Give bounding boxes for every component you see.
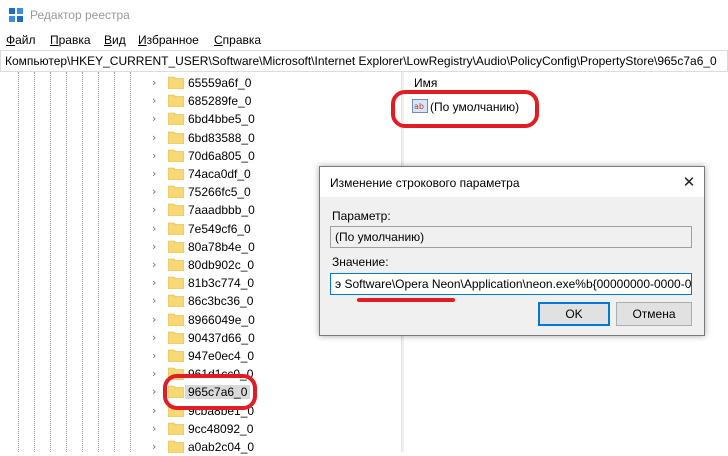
- tree-guide: [66, 72, 67, 452]
- folder-icon: [168, 258, 184, 271]
- tree-guide: [114, 72, 115, 452]
- tree-item-label: 947e0ec4_0: [188, 349, 255, 363]
- cancel-button[interactable]: Отмена: [616, 302, 692, 326]
- annotation-underline: [357, 298, 455, 302]
- chevron-right-icon[interactable]: ›: [152, 441, 164, 453]
- folder-icon: [168, 149, 184, 162]
- folder-icon: [168, 94, 184, 108]
- tree-item[interactable]: › 9cc48092_0: [150, 420, 390, 438]
- chevron-right-icon[interactable]: ›: [152, 422, 164, 435]
- chevron-right-icon[interactable]: ›: [152, 204, 164, 216]
- chevron-right-icon[interactable]: ›: [152, 350, 164, 362]
- chevron-right-icon[interactable]: ›: [152, 149, 164, 162]
- chevron-right-icon[interactable]: ›: [152, 295, 164, 307]
- tree-item-label: 75266fc5_0: [188, 185, 251, 200]
- param-field: (По умолчанию): [330, 226, 692, 248]
- value-input[interactable]: э Software\Opera Neon\Application\neon.e…: [330, 273, 692, 295]
- folder-icon: [168, 313, 184, 326]
- chevron-right-icon[interactable]: ›: [152, 77, 164, 89]
- tree-item[interactable]: › a0ab2c04_0: [150, 438, 390, 456]
- edit-string-dialog: Изменение строкового параметра ✕ Парамет…: [319, 166, 705, 336]
- tree-item-label: 80a78b4e_0: [188, 239, 255, 254]
- folder-icon: [168, 349, 184, 362]
- column-header-name[interactable]: Имя: [414, 76, 437, 90]
- tree-item-label: 80db902c_0: [188, 258, 255, 272]
- tree-item-label: 7aaadbbb_0: [188, 203, 255, 218]
- tree-item[interactable]: › 685289fe_0: [150, 92, 390, 110]
- folder-icon: [168, 222, 184, 235]
- tree-guide: [50, 72, 51, 452]
- tree-item[interactable]: › 6bd83588_0: [150, 129, 390, 147]
- dialog-title-bar: Изменение строкового параметра ✕: [320, 167, 704, 197]
- dialog-title: Изменение строкового параметра: [330, 176, 520, 190]
- menu-view[interactable]: Вид: [104, 33, 126, 47]
- chevron-right-icon[interactable]: ›: [152, 222, 164, 235]
- chevron-right-icon[interactable]: ›: [152, 368, 164, 380]
- tree-guide: [82, 72, 83, 452]
- menu-edit[interactable]: Правка: [50, 33, 91, 47]
- ok-button[interactable]: OK: [538, 302, 610, 326]
- annotation-oval-selected-key: [163, 374, 257, 411]
- tree-item-label: 6bd83588_0: [188, 130, 255, 145]
- tree-item[interactable]: › 65559a6f_0: [150, 74, 390, 92]
- address-bar[interactable]: Компьютер\HKEY_CURRENT_USER\Software\Mic…: [0, 50, 728, 72]
- param-value: (По умолчанию): [335, 230, 425, 244]
- tree-item[interactable]: › 70d6a805_0: [150, 147, 390, 165]
- tree-item-label: 70d6a805_0: [188, 148, 255, 163]
- folder-icon: [168, 240, 184, 253]
- title-bar: Редактор реестра: [0, 0, 728, 30]
- tree-item-label: 8966049e_0: [188, 312, 255, 327]
- tree-item-label: 6bd4bbe5_0: [188, 112, 255, 127]
- folder-icon: [168, 440, 184, 453]
- value-label: Значение:: [332, 255, 389, 269]
- folder-icon: [168, 131, 184, 144]
- tree-item-label: 81b3c774_0: [188, 276, 255, 291]
- annotation-oval-value: [391, 90, 539, 128]
- value-input-text: э Software\Opera Neon\Application\neon.e…: [335, 277, 692, 291]
- chevron-right-icon[interactable]: ›: [152, 168, 164, 180]
- folder-icon: [168, 276, 184, 290]
- chevron-right-icon[interactable]: ›: [152, 277, 164, 289]
- folder-icon: [168, 167, 184, 180]
- tree-item[interactable]: › 6bd4bbe5_0: [150, 110, 390, 128]
- tree-item[interactable]: › 947e0ec4_0: [150, 347, 390, 365]
- tree-item-label: 74aca0df_0: [188, 167, 251, 181]
- folder-icon: [168, 76, 184, 89]
- folder-icon: [168, 185, 184, 199]
- menu-help[interactable]: Справка: [214, 33, 261, 47]
- tree-guide: [98, 72, 99, 452]
- param-label: Параметр:: [332, 209, 391, 223]
- close-icon[interactable]: ✕: [680, 173, 698, 191]
- chevron-right-icon[interactable]: ›: [152, 186, 164, 198]
- address-path: Компьютер\HKEY_CURRENT_USER\Software\Mic…: [5, 54, 717, 68]
- tree-item-label: 86c3bc36_0: [188, 294, 254, 309]
- chevron-right-icon[interactable]: ›: [152, 95, 164, 107]
- folder-icon: [168, 204, 184, 217]
- menu-file[interactable]: Файл: [6, 33, 36, 47]
- tree-item-label: 65559a6f_0: [188, 76, 252, 90]
- tree-item-label: 9cc48092_0: [188, 421, 254, 436]
- chevron-right-icon[interactable]: ›: [152, 259, 164, 271]
- chevron-right-icon[interactable]: ›: [152, 240, 164, 253]
- chevron-right-icon[interactable]: ›: [152, 331, 164, 344]
- tree-guide: [18, 72, 19, 452]
- tree-guide: [130, 72, 131, 452]
- folder-icon: [168, 331, 184, 344]
- registry-editor-icon: [9, 8, 23, 22]
- tree-item-label: 685289fe_0: [188, 94, 252, 109]
- chevron-right-icon[interactable]: ›: [152, 404, 164, 417]
- tree-item-label: 90437d66_0: [188, 330, 255, 345]
- chevron-right-icon[interactable]: ›: [152, 113, 164, 125]
- menu-favorites[interactable]: Избранное: [138, 33, 199, 47]
- tree-guide: [34, 72, 35, 452]
- folder-icon: [168, 113, 184, 126]
- folder-icon: [168, 295, 184, 308]
- folder-icon: [168, 422, 184, 435]
- menu-bar: Файл Правка Вид Избранное Справка: [0, 30, 728, 50]
- chevron-right-icon[interactable]: ›: [152, 131, 164, 144]
- chevron-right-icon[interactable]: ›: [152, 313, 164, 326]
- window-title: Редактор реестра: [30, 8, 130, 22]
- tree-item-label: 7e549cf6_0: [188, 221, 251, 236]
